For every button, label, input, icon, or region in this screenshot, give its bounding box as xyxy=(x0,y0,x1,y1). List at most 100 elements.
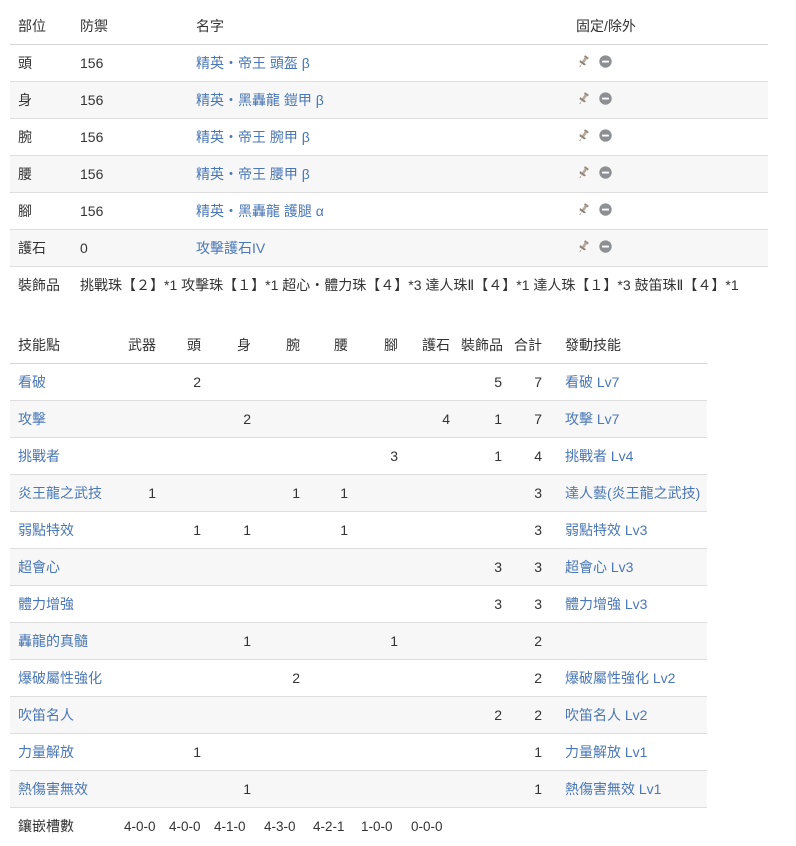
skill-weapon xyxy=(122,400,167,438)
skill-arms: 2 xyxy=(262,659,311,697)
minus-circle-icon[interactable] xyxy=(598,239,613,254)
skill-charm xyxy=(409,585,461,623)
equip-name-link[interactable]: 精英・黑轟龍 護腿 α xyxy=(196,203,324,219)
active-skill-link[interactable]: 體力增強 Lv3 xyxy=(565,596,647,612)
table-row: 爆破屬性強化 2 2 爆破屬性強化 Lv2 xyxy=(10,659,707,697)
equip-name-cell: 精英・帝王 腕甲 β xyxy=(188,118,568,156)
active-skill-link[interactable]: 攻擊 Lv7 xyxy=(565,411,619,427)
equip-defense: 156 xyxy=(72,81,188,119)
active-skill-link[interactable]: 吹笛名人 Lv2 xyxy=(565,707,647,723)
skill-legs xyxy=(359,733,409,771)
column-header-weapon: 武器 xyxy=(122,327,167,364)
equip-defense: 156 xyxy=(72,118,188,156)
column-header-total: 合計 xyxy=(513,327,553,364)
active-skill-link[interactable]: 爆破屬性強化 Lv2 xyxy=(565,670,675,686)
decorations-row: 裝飾品 挑戰珠【２】*1 攻擊珠【１】*1 超心・體力珠【４】*3 達人珠Ⅱ【４… xyxy=(10,266,768,303)
skill-name-cell: 炎王龍之武技 xyxy=(10,474,122,512)
skill-weapon xyxy=(122,548,167,586)
skill-total: 3 xyxy=(513,548,553,586)
pushpin-icon[interactable] xyxy=(576,202,591,217)
skill-waist xyxy=(311,548,359,586)
skill-charm xyxy=(409,770,461,808)
minus-circle-icon[interactable] xyxy=(598,91,613,106)
pushpin-icon[interactable] xyxy=(576,165,591,180)
fix-exclude-icon-group xyxy=(568,202,613,217)
active-skill-link[interactable]: 看破 Lv7 xyxy=(565,374,619,390)
active-skill-link[interactable]: 達人藝(炎王龍之武技) xyxy=(565,485,700,501)
equip-name-link[interactable]: 精英・帝王 腕甲 β xyxy=(196,129,310,145)
skill-name-link[interactable]: 炎王龍之武技 xyxy=(18,485,102,501)
minus-circle-icon[interactable] xyxy=(598,128,613,143)
fix-exclude-icon-group xyxy=(568,165,613,180)
minus-circle-icon[interactable] xyxy=(598,54,613,69)
skill-table-header: 技能點 武器 頭 身 腕 腰 腳 護石 裝飾品 合計 發動技能 xyxy=(10,327,707,364)
equip-part: 腰 xyxy=(10,155,72,193)
skill-total: 3 xyxy=(513,474,553,512)
pushpin-icon[interactable] xyxy=(576,91,591,106)
skill-name-link[interactable]: 攻擊 xyxy=(18,411,46,427)
slot-count-charm: 0-0-0 xyxy=(409,807,461,844)
skill-name-link[interactable]: 挑戰者 xyxy=(18,448,60,464)
pushpin-icon[interactable] xyxy=(576,54,591,69)
skill-name-link[interactable]: 爆破屬性強化 xyxy=(18,670,102,686)
equip-name-link[interactable]: 攻擊護石IV xyxy=(196,240,265,256)
equip-name-link[interactable]: 精英・帝王 腰甲 β xyxy=(196,166,310,182)
minus-circle-icon[interactable] xyxy=(598,165,613,180)
skill-legs: 3 xyxy=(359,437,409,475)
minus-circle-icon[interactable] xyxy=(598,202,613,217)
skill-legs xyxy=(359,363,409,401)
skill-body xyxy=(212,548,262,586)
skill-arms xyxy=(262,770,311,808)
skill-body xyxy=(212,659,262,697)
column-header-waist: 腰 xyxy=(311,327,359,364)
pushpin-icon[interactable] xyxy=(576,239,591,254)
skill-name-cell: 熱傷害無效 xyxy=(10,770,122,808)
skill-weapon xyxy=(122,511,167,549)
equip-name-cell: 精英・帝王 頭盔 β xyxy=(188,44,568,82)
active-skill-link[interactable]: 熱傷害無效 Lv1 xyxy=(565,781,661,797)
equipment-table-body: 頭 156 精英・帝王 頭盔 β 身 156 精英・黑轟龍 鎧甲 β 腕 156… xyxy=(10,44,768,303)
skill-name-link[interactable]: 超會心 xyxy=(18,559,60,575)
skill-legs xyxy=(359,696,409,734)
skill-arms xyxy=(262,400,311,438)
fix-exclude-icon-group xyxy=(568,239,613,254)
equip-defense: 156 xyxy=(72,44,188,82)
skill-charm xyxy=(409,511,461,549)
equip-name-link[interactable]: 精英・帝王 頭盔 β xyxy=(196,55,310,71)
active-skill-link[interactable]: 挑戰者 Lv4 xyxy=(565,448,633,464)
skill-name-link[interactable]: 吹笛名人 xyxy=(18,707,74,723)
active-skill-link[interactable]: 超會心 Lv3 xyxy=(565,559,633,575)
skill-name-link[interactable]: 弱點特效 xyxy=(18,522,74,538)
slot-count-label: 鑲嵌槽數 xyxy=(10,807,122,844)
skill-body: 1 xyxy=(212,622,262,660)
skill-total: 2 xyxy=(513,622,553,660)
skill-charm xyxy=(409,733,461,771)
skill-name-link[interactable]: 轟龍的真髓 xyxy=(18,633,88,649)
equip-part: 頭 xyxy=(10,44,72,82)
skill-name-link[interactable]: 看破 xyxy=(18,374,46,390)
skill-total: 3 xyxy=(513,585,553,623)
skill-name-link[interactable]: 力量解放 xyxy=(18,744,74,760)
skill-legs: 1 xyxy=(359,622,409,660)
skill-body xyxy=(212,696,262,734)
skill-deco xyxy=(461,733,513,771)
skill-weapon xyxy=(122,733,167,771)
skill-name-link[interactable]: 熱傷害無效 xyxy=(18,781,88,797)
skill-head: 1 xyxy=(167,733,212,771)
skill-deco: 2 xyxy=(461,696,513,734)
equip-fix-exclude-cell xyxy=(568,81,768,119)
active-skill-cell: 達人藝(炎王龍之武技) xyxy=(553,474,707,512)
slot-count-waist: 4-2-1 xyxy=(311,807,359,844)
skill-body xyxy=(212,733,262,771)
active-skill-link[interactable]: 弱點特效 Lv3 xyxy=(565,522,647,538)
skill-name-link[interactable]: 體力增強 xyxy=(18,596,74,612)
skill-name-cell: 體力增強 xyxy=(10,585,122,623)
equip-fix-exclude-cell xyxy=(568,155,768,193)
skill-head: 1 xyxy=(167,511,212,549)
table-row: 挑戰者 3 1 4 挑戰者 Lv4 xyxy=(10,437,707,475)
equip-name-link[interactable]: 精英・黑轟龍 鎧甲 β xyxy=(196,92,324,108)
fix-exclude-icon-group xyxy=(568,54,613,69)
pushpin-icon[interactable] xyxy=(576,128,591,143)
skill-name-cell: 吹笛名人 xyxy=(10,696,122,734)
active-skill-link[interactable]: 力量解放 Lv1 xyxy=(565,744,647,760)
